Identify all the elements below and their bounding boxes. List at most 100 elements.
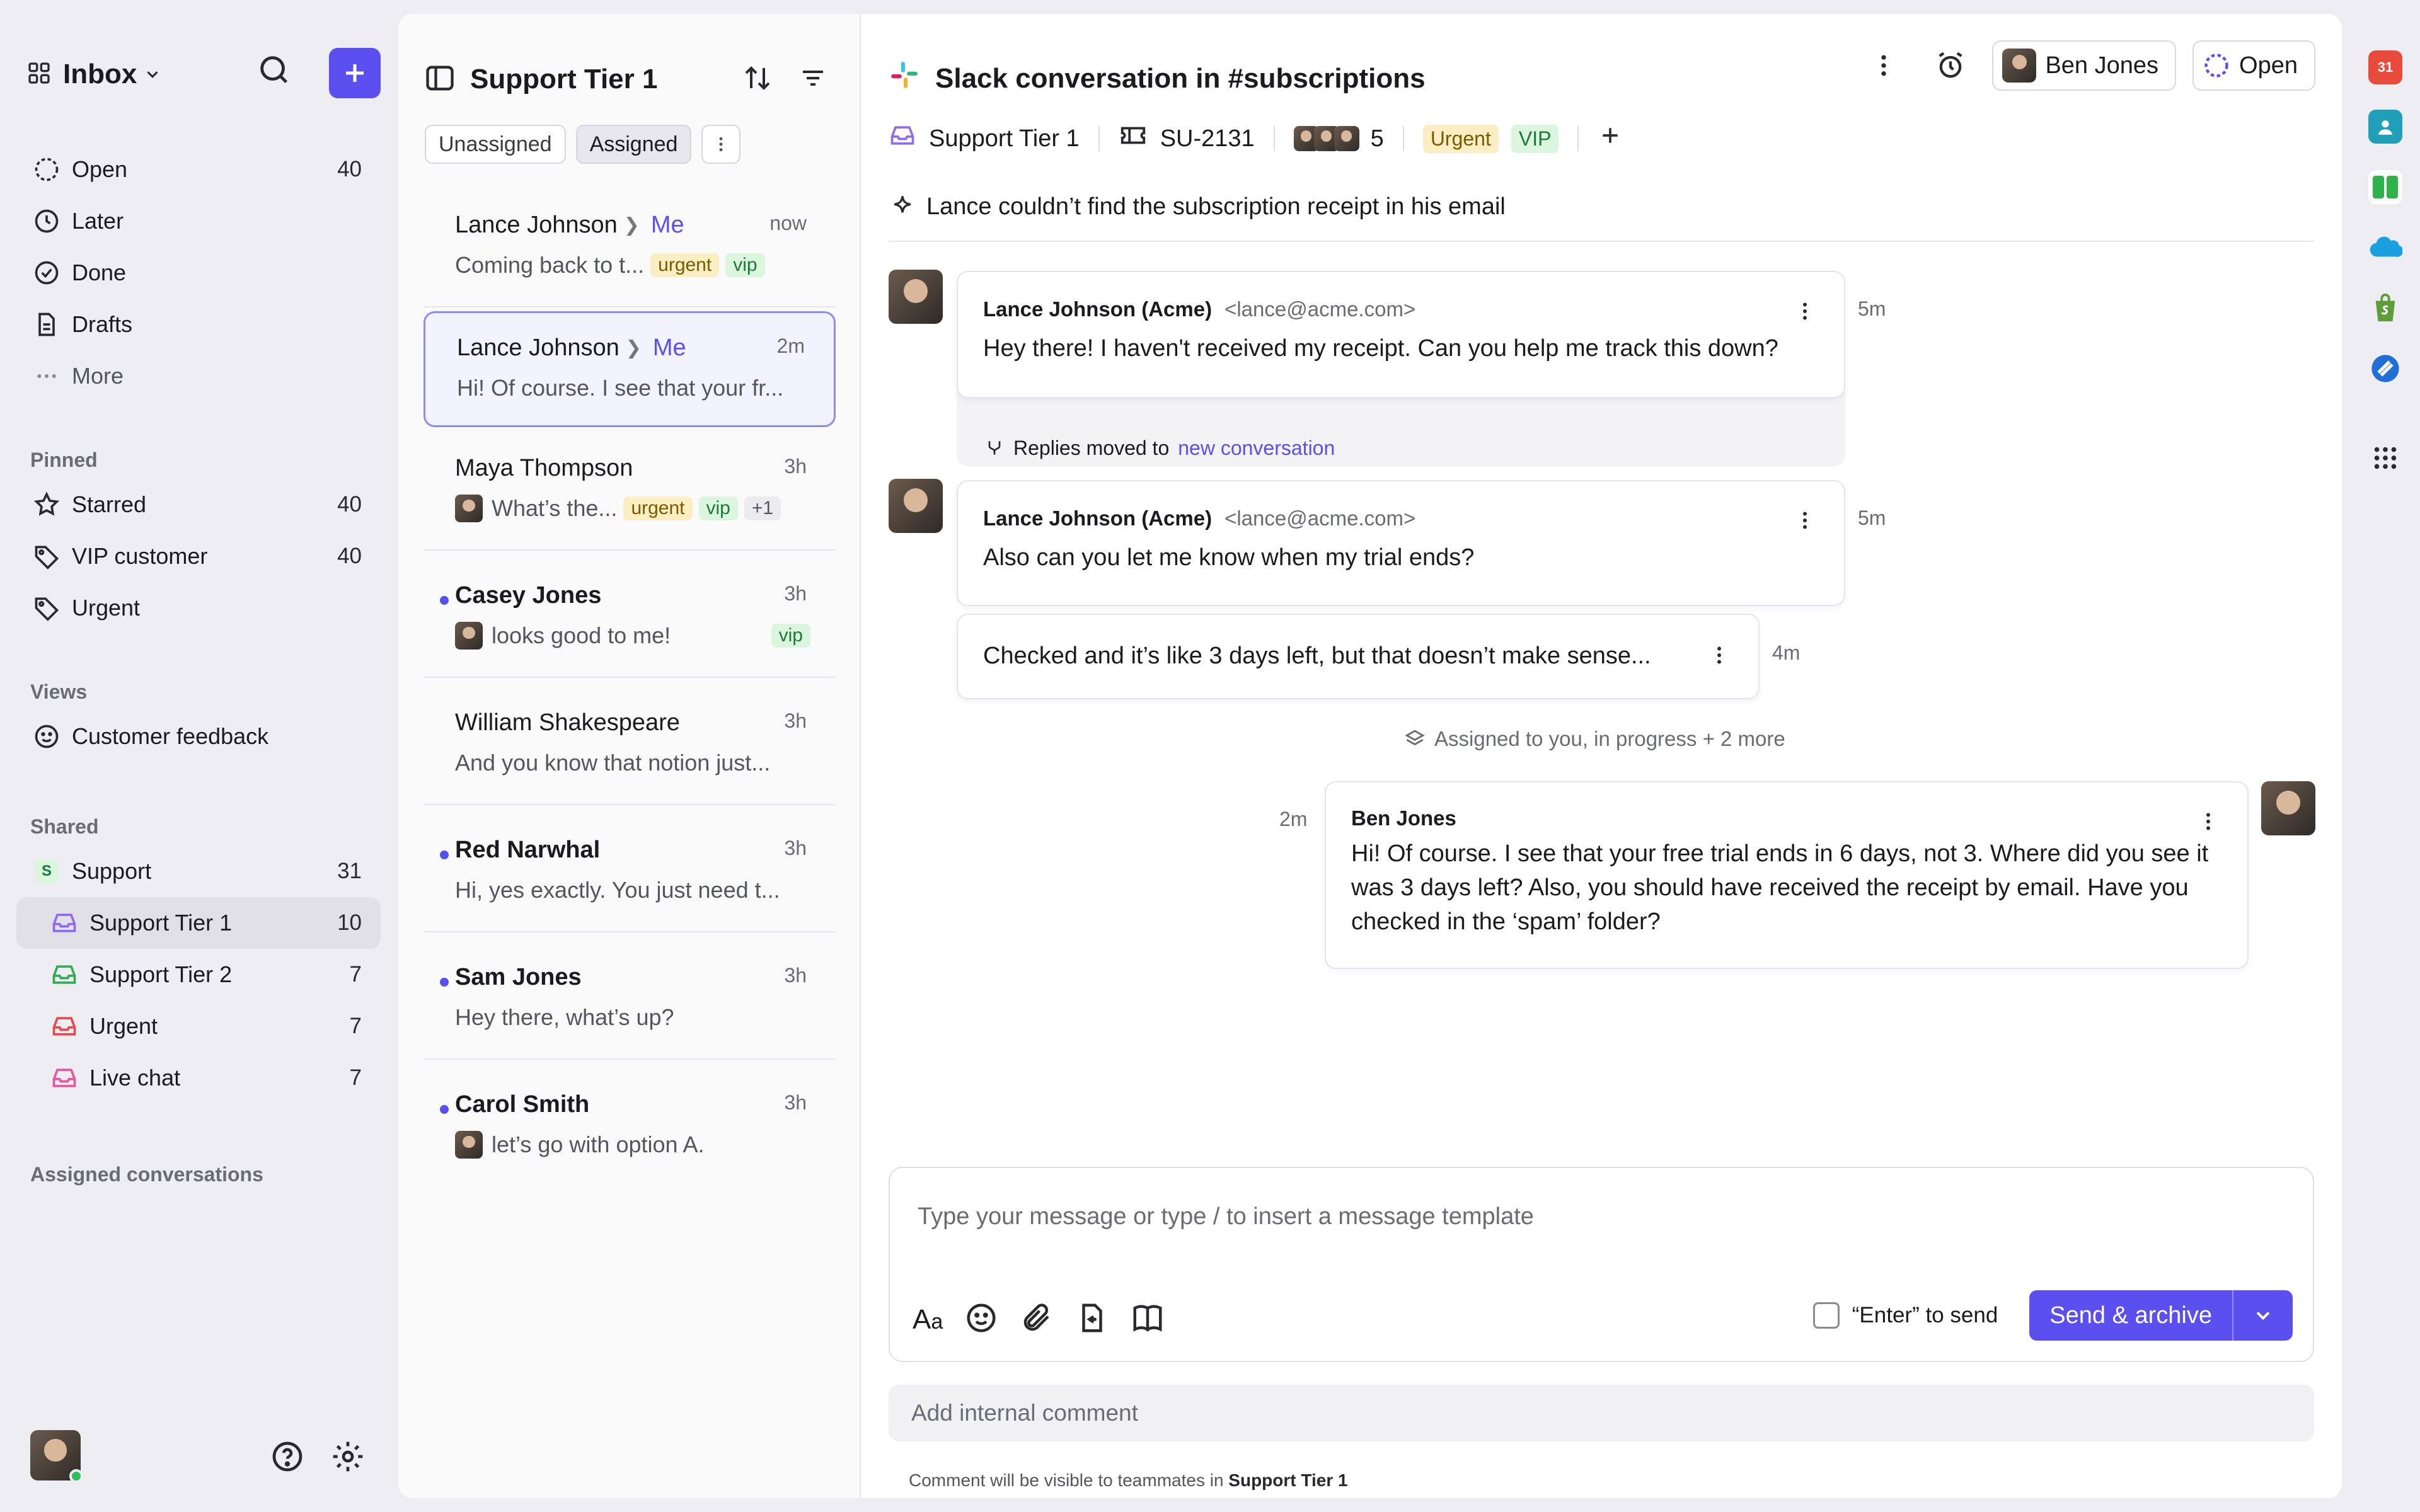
- branch-icon: [988, 441, 1001, 455]
- conversation-item[interactable]: William Shakespeare 3h And you know that…: [424, 688, 836, 805]
- conversation-preview: let’s go with option A.: [492, 1131, 705, 1157]
- section-title: Shared: [30, 815, 99, 838]
- participants[interactable]: 5: [1293, 125, 1384, 152]
- message-menu-icon[interactable]: [1794, 509, 1816, 535]
- section-title[interactable]: Assigned conversations: [16, 1155, 381, 1193]
- calendar-app-icon[interactable]: 31: [2368, 50, 2402, 84]
- vip-tag[interactable]: VIP: [1511, 124, 1559, 153]
- summary-text: Lance couldn’t find the subscription rec…: [926, 193, 1506, 220]
- alarm-clock-icon: [1939, 52, 1962, 78]
- tab-assigned[interactable]: Assigned: [575, 125, 692, 164]
- vip-badge: vip: [698, 496, 738, 520]
- tabs-more-button[interactable]: [701, 125, 741, 164]
- pinned-label: Urgent: [72, 595, 141, 621]
- view-customer-feedback[interactable]: Customer feedback: [16, 711, 381, 762]
- conversation-item[interactable]: Casey Jones 3h looks good to me! vip: [424, 561, 836, 678]
- pinned-starred[interactable]: Starred 40: [16, 479, 381, 530]
- chevron-right-icon: ❯: [623, 214, 640, 236]
- send-options-dropdown[interactable]: [2232, 1290, 2293, 1341]
- shared-support-tier-2[interactable]: Support Tier 2 7: [16, 949, 381, 1000]
- message-menu-icon[interactable]: [2197, 810, 2220, 836]
- nav-later[interactable]: Later: [16, 195, 381, 247]
- conversation-item-selected[interactable]: Lance Johnson ❯ Me 2m Hi! Of course. I see…: [424, 311, 836, 427]
- new-conversation-link[interactable]: new conversation: [1178, 437, 1335, 460]
- filter-icon[interactable]: [798, 63, 828, 96]
- attachment-icon[interactable]: [1020, 1301, 1054, 1338]
- message-card: Lance Johnson (Acme) <lance@acme.com> Hey…: [957, 271, 1845, 398]
- conversation-item[interactable]: Red Narwhal 3h Hi, yes exactly. You just…: [424, 815, 836, 932]
- inbox-switcher[interactable]: Inbox: [63, 59, 162, 90]
- plus-icon: [346, 64, 364, 82]
- composer-placeholder[interactable]: Type your message or type / to insert a …: [918, 1203, 1534, 1230]
- conversation-item[interactable]: Lance Johnson ❯ Me now Coming back to t...…: [424, 190, 836, 307]
- sender-avatar: [455, 495, 483, 522]
- shared-live-chat[interactable]: Live chat 7: [16, 1052, 381, 1104]
- nav-drafts[interactable]: Drafts: [16, 299, 381, 350]
- vertical-dots-icon: [1881, 55, 1887, 76]
- message-menu-icon[interactable]: [1794, 300, 1816, 326]
- shared-count: 10: [337, 910, 362, 935]
- sender-avatar: [889, 270, 943, 324]
- snooze-button[interactable]: [1925, 40, 1976, 91]
- enter-to-send-label: “Enter” to send: [1852, 1303, 1998, 1327]
- shopify-bag-icon[interactable]: [2368, 291, 2402, 325]
- participant-avatar: [1334, 126, 1359, 151]
- emoji-icon[interactable]: [964, 1301, 998, 1338]
- inbox-title: Inbox: [63, 59, 137, 89]
- sidebar-toggle-icon[interactable]: [424, 62, 456, 98]
- text-format-icon[interactable]: Aa: [913, 1304, 943, 1336]
- help-icon[interactable]: [270, 1439, 305, 1477]
- inbox-tray-icon: [889, 122, 916, 156]
- unread-dot: [440, 978, 449, 987]
- contacts-app-icon[interactable]: [2368, 110, 2402, 144]
- grid-icon[interactable]: [26, 60, 52, 89]
- divider: [1402, 126, 1404, 151]
- conversation-preview: What’s the...: [492, 495, 618, 521]
- document-icon: [30, 308, 63, 341]
- message-menu-icon[interactable]: [1708, 644, 1731, 670]
- nav-more[interactable]: More: [16, 350, 381, 402]
- assignee-button[interactable]: Ben Jones: [1992, 40, 2177, 91]
- shared-support[interactable]: S Support 31: [16, 845, 381, 897]
- tab-unassigned[interactable]: Unassigned: [425, 125, 566, 164]
- shared-support-tier-1[interactable]: Support Tier 1 10: [16, 897, 381, 949]
- salesforce-cloud-icon[interactable]: [2368, 231, 2402, 265]
- compose-button[interactable]: [329, 48, 381, 98]
- conversation-item[interactable]: Sam Jones 3h Hey there, what’s up?: [424, 942, 836, 1060]
- add-tag-icon[interactable]: [1598, 123, 1623, 154]
- nav-open[interactable]: Open 40: [16, 144, 381, 195]
- sort-icon[interactable]: [742, 63, 773, 96]
- moved-text: Replies moved to: [1013, 436, 1170, 459]
- conversation-item[interactable]: Maya Thompson 3h What’s the... urgent vip +…: [424, 433, 836, 551]
- message-body: Hey there! I haven't received my receipt…: [983, 335, 1778, 362]
- search-icon[interactable]: [256, 52, 292, 91]
- status-button[interactable]: Open: [2192, 40, 2315, 91]
- conversation-title-bar: Slack conversation in #subscriptions: [889, 59, 1426, 98]
- board-app-icon[interactable]: [2368, 170, 2402, 204]
- message-card: Ben Jones Hi! Of course. I see that your…: [1325, 781, 2249, 969]
- meta-inbox[interactable]: Support Tier 1: [929, 125, 1080, 152]
- view-label: Customer feedback: [72, 723, 269, 749]
- urgent-tag[interactable]: Urgent: [1422, 124, 1499, 153]
- ticket-id[interactable]: SU-2131: [1160, 125, 1255, 152]
- enter-to-send-checkbox[interactable]: [1812, 1302, 1840, 1329]
- shared-urgent[interactable]: Urgent 7: [16, 1000, 381, 1052]
- conversation-item[interactable]: Carol Smith 3h let’s go with option A.: [424, 1070, 836, 1187]
- settings-gear-icon[interactable]: [330, 1439, 366, 1477]
- message-composer[interactable]: Type your message or type / to insert a …: [889, 1167, 2314, 1362]
- more-actions-button[interactable]: [1858, 40, 1909, 91]
- jira-linear-app-icon[interactable]: [2368, 352, 2402, 386]
- pinned-urgent[interactable]: Urgent: [16, 582, 381, 634]
- sender-avatar: [455, 1131, 483, 1159]
- send-archive-button[interactable]: Send & archive: [2029, 1290, 2293, 1341]
- template-icon[interactable]: [1075, 1301, 1109, 1338]
- internal-comment-input[interactable]: Add internal comment: [889, 1385, 2314, 1441]
- nav-done[interactable]: Done: [16, 247, 381, 299]
- conversation-preview: And you know that notion just...: [455, 750, 771, 776]
- section-title: Pinned: [30, 448, 98, 471]
- knowledge-base-book-icon[interactable]: [1131, 1301, 1165, 1338]
- tag-icon: [30, 540, 63, 573]
- message-body: Hi! Of course. I see that your free tria…: [1351, 840, 2209, 935]
- pinned-vip-customer[interactable]: VIP customer 40: [16, 530, 381, 582]
- app-launcher-grid-icon[interactable]: [2368, 441, 2402, 475]
